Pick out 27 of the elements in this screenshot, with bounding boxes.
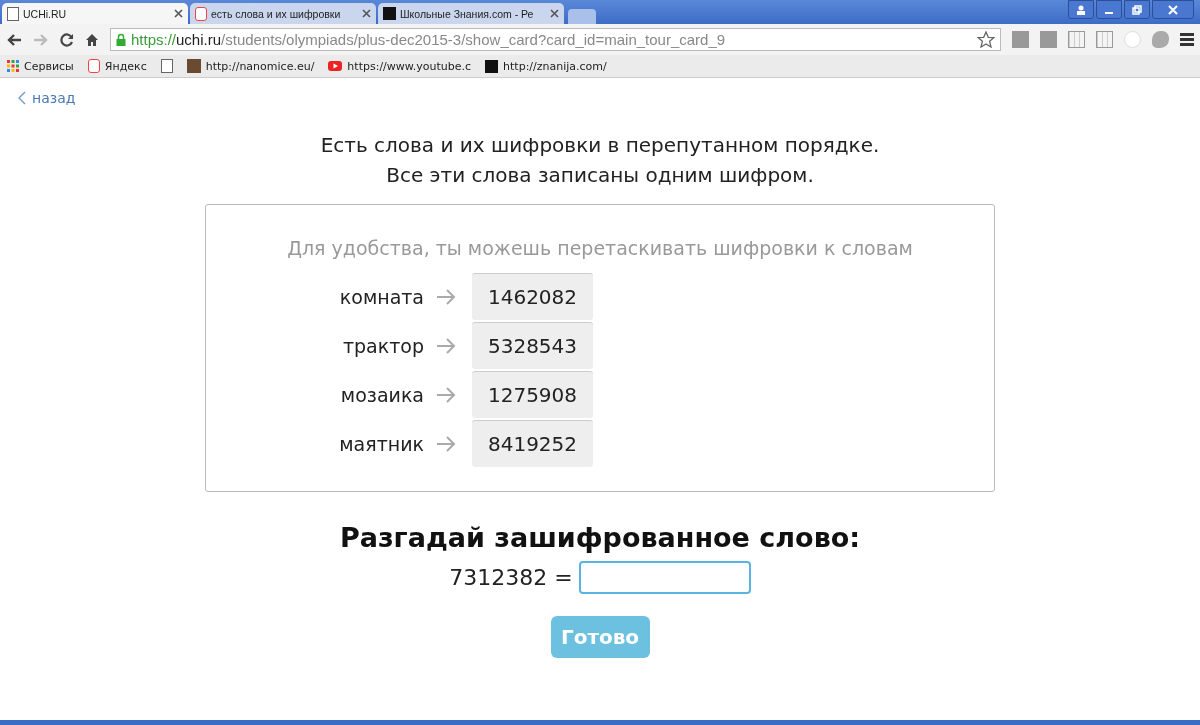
code-tile[interactable]: 8419252: [472, 420, 593, 467]
tab-title: UCHi.RU: [23, 7, 67, 20]
word-text: трактор: [342, 334, 424, 357]
browser-tab[interactable]: UCHi.RU: [2, 3, 188, 24]
bookmark-link[interactable]: Сервисы: [24, 59, 74, 73]
word-text: комната: [338, 285, 424, 308]
instruction-text: Все эти слова записаны одним шифром.: [385, 162, 815, 189]
code-tile[interactable]: 1462082: [472, 273, 593, 320]
browser-tab[interactable]: есть слова и их шифровки: [190, 3, 376, 24]
word-text: мозаика: [339, 383, 424, 406]
code-tile[interactable]: 5328543: [472, 322, 593, 369]
equation-text: 7312382 =: [449, 565, 573, 590]
bookmark-link[interactable]: Яндекс: [104, 59, 147, 73]
browser-tab[interactable]: Школьные Знания.com - Ре: [378, 3, 564, 24]
hint-text: Для удобства, ты можешь перетаскивать шифровки к словам: [287, 237, 913, 259]
bookmark-link[interactable]: http://znanija.com/: [503, 59, 607, 73]
address-bar[interactable]: https://uchi.ru/students/olympiads/plus-dec2015-3/show_card?card_id=main_tour_card_9: [110, 28, 1001, 51]
question-heading: Разгадай зашифрованное слово:: [339, 522, 861, 553]
back-link[interactable]: назад: [18, 90, 76, 106]
url-text: https://uchi.ru/students/olympiads/plus-dec2015-3/show_card?card_id=main_tour_card_9: [131, 31, 727, 48]
tab-title: Школьные Знания.com - Ре: [400, 7, 534, 20]
code-tile[interactable]: 1275908: [472, 371, 593, 418]
tab-title: есть слова и их шифровки: [211, 7, 341, 20]
word-text: маятник: [338, 432, 424, 455]
bookmark-link[interactable]: http://nanomice.eu/: [205, 59, 315, 73]
instruction-text: Есть слова и их шифровки в перепутанном порядке.: [320, 132, 880, 159]
bookmark-link[interactable]: https://www.youtube.c: [347, 59, 472, 73]
